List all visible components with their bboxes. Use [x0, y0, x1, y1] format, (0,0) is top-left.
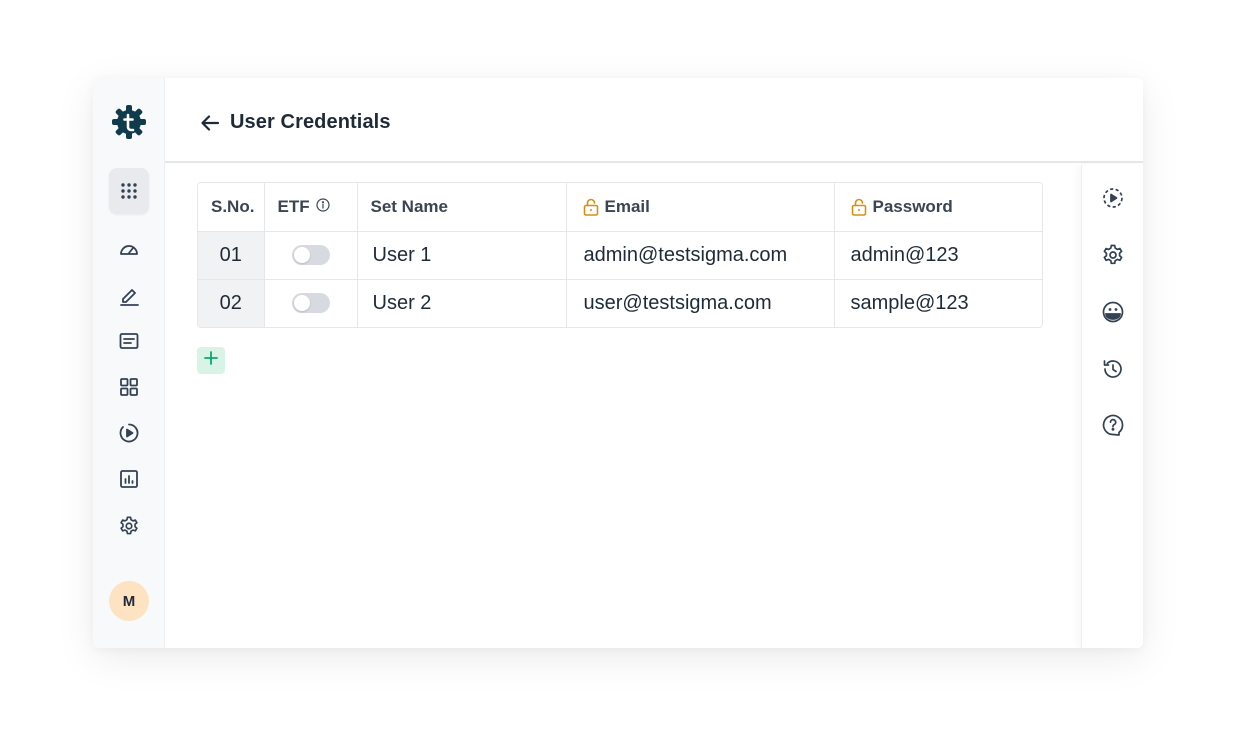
set-name-cell[interactable]: User 2	[357, 279, 567, 327]
pencil-icon	[118, 284, 140, 306]
grid-four-icon	[118, 376, 140, 398]
column-header-etf: ETF	[264, 183, 358, 232]
help-circle-icon	[1101, 413, 1125, 437]
arrow-left-icon	[199, 115, 221, 138]
column-header-set-name: Set Name	[357, 183, 567, 232]
column-header-password: Password	[834, 183, 1042, 232]
password-cell[interactable]: admin@123	[834, 231, 1042, 280]
testsigma-logo-icon[interactable]	[109, 102, 149, 142]
bot-face-icon	[1101, 300, 1125, 324]
apps-grid-icon	[120, 182, 138, 200]
column-header-label: ETF	[277, 196, 310, 216]
left-sidebar: M	[93, 78, 165, 648]
column-header-label: Set Name	[370, 196, 448, 216]
nav-create-button[interactable]	[117, 283, 141, 307]
apps-grid-button[interactable]	[109, 168, 149, 214]
nav-modules-button[interactable]	[117, 375, 141, 399]
password-cell[interactable]: sample@123	[834, 279, 1042, 327]
column-header-label: S.No.	[211, 196, 255, 216]
plus-icon	[203, 350, 219, 371]
back-button[interactable]	[199, 112, 221, 134]
rail-help-button[interactable]	[1101, 413, 1125, 437]
nav-reports-button[interactable]	[117, 467, 141, 491]
table-header-row: S.No. ETF Set Name Email Password	[198, 183, 1042, 232]
etf-cell	[264, 231, 358, 280]
gear-icon	[118, 515, 140, 537]
rail-history-button[interactable]	[1101, 357, 1125, 381]
lock-icon	[583, 198, 599, 216]
etf-cell	[264, 279, 358, 327]
sno-cell: 02	[198, 279, 265, 327]
page-header: User Credentials	[165, 78, 1143, 163]
info-icon[interactable]	[316, 197, 330, 217]
history-icon	[1101, 357, 1125, 381]
column-header-label: Email	[604, 196, 650, 216]
table-row: 02 User 2 user@testsigma.com sample@123	[198, 279, 1042, 327]
lock-icon	[851, 198, 867, 216]
play-circle-dashed-icon	[1101, 186, 1125, 210]
app-window: M User Credentials S.No. ETF Set Name Em…	[93, 78, 1143, 648]
column-header-sno: S.No.	[198, 183, 265, 232]
nav-dashboard-button[interactable]	[117, 237, 141, 261]
nav-settings-button[interactable]	[117, 514, 141, 538]
document-list-icon	[118, 330, 140, 352]
sno-cell: 01	[198, 231, 265, 280]
bar-chart-icon	[118, 468, 140, 490]
table-row: 01 User 1 admin@testsigma.com admin@123	[198, 231, 1042, 280]
rail-assistant-button[interactable]	[1101, 300, 1125, 324]
column-header-email: Email	[566, 183, 835, 232]
right-toolbar	[1081, 165, 1143, 648]
gear-icon	[1101, 243, 1125, 267]
nav-test-cases-button[interactable]	[117, 329, 141, 353]
column-header-label: Password	[872, 196, 953, 216]
page-title: User Credentials	[230, 111, 391, 133]
rail-settings-button[interactable]	[1101, 243, 1125, 267]
rail-run-button[interactable]	[1101, 186, 1125, 210]
user-avatar[interactable]: M	[109, 581, 149, 621]
play-circle-icon	[118, 422, 140, 444]
credentials-table: S.No. ETF Set Name Email Password 01 Use…	[197, 182, 1043, 328]
etf-toggle[interactable]	[291, 245, 330, 266]
email-cell[interactable]: admin@testsigma.com	[566, 231, 835, 280]
etf-toggle[interactable]	[291, 293, 330, 314]
add-row-button[interactable]	[197, 347, 225, 374]
email-cell[interactable]: user@testsigma.com	[566, 279, 835, 327]
nav-run-button[interactable]	[117, 421, 141, 445]
set-name-cell[interactable]: User 1	[357, 231, 567, 280]
speedometer-icon	[118, 238, 140, 260]
